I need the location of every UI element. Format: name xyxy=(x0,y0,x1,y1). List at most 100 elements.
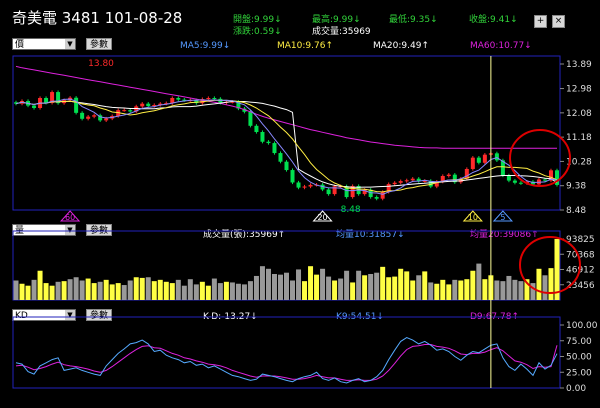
volume-bar xyxy=(241,284,247,300)
candle-body xyxy=(146,103,151,107)
candle-body xyxy=(284,161,289,171)
candle-body xyxy=(404,180,409,182)
volume-bar xyxy=(452,279,458,300)
candle-body xyxy=(92,115,97,117)
volume-bar xyxy=(265,268,271,300)
volume-bar xyxy=(338,278,344,300)
volume-bar xyxy=(157,279,163,300)
kd-tick-label: 75.00 xyxy=(566,337,592,347)
candle-body xyxy=(176,98,181,100)
volume-bar xyxy=(217,283,223,300)
volume-bar xyxy=(368,273,374,300)
volume-bar xyxy=(506,275,512,300)
volume-bar xyxy=(362,275,368,300)
candle-body xyxy=(398,181,403,183)
volume-bar xyxy=(296,269,302,300)
volume-bar xyxy=(302,281,308,300)
volume-bar xyxy=(464,279,470,300)
candle-body xyxy=(518,182,523,184)
volume-bar xyxy=(109,284,115,300)
volume-bar xyxy=(356,270,362,300)
volume-bar xyxy=(404,271,410,300)
volume-bar xyxy=(31,279,37,300)
volume-bar xyxy=(398,268,404,300)
low-price-marker: 8.48 xyxy=(341,205,361,215)
price-tick-label: 13.89 xyxy=(566,60,592,70)
volume-bar xyxy=(175,279,181,300)
volume-bar xyxy=(55,281,61,300)
volume-bar xyxy=(73,277,79,300)
volume-bar xyxy=(476,263,482,300)
volume-bar xyxy=(314,274,320,300)
volume-bar xyxy=(259,266,265,300)
volume-bar xyxy=(247,281,253,300)
ma-period-label: 20 xyxy=(317,213,327,222)
volume-bar xyxy=(223,281,229,300)
volume-bar xyxy=(199,281,205,300)
volume-bar xyxy=(181,285,187,300)
candle-body xyxy=(278,153,283,162)
candle-body xyxy=(86,116,91,119)
candle-body xyxy=(104,118,109,121)
ma-period-label: 60 xyxy=(65,213,75,222)
candle-body xyxy=(470,157,475,169)
candle-body xyxy=(122,110,127,112)
candle-body xyxy=(272,143,277,154)
kd-tick-label: 100.00 xyxy=(566,321,598,331)
candle-body xyxy=(506,175,511,181)
volume-bar xyxy=(127,280,133,300)
volume-bar xyxy=(440,279,446,300)
candle-body xyxy=(290,170,295,183)
candle-body xyxy=(494,153,499,161)
candle-body xyxy=(482,154,487,163)
volume-bar xyxy=(139,277,145,300)
candle-body xyxy=(410,178,415,181)
volume-bar xyxy=(308,266,314,300)
candle-body xyxy=(476,157,481,163)
candle-body xyxy=(512,180,517,183)
candle-body xyxy=(542,179,547,181)
kd-tick-label: 25.00 xyxy=(566,368,592,378)
volume-bar xyxy=(151,281,157,300)
k9-line xyxy=(15,337,558,384)
candle-body xyxy=(128,110,133,112)
volume-bar xyxy=(133,277,139,300)
candle-body xyxy=(446,174,451,176)
volume-bar xyxy=(422,271,428,300)
volume-bar xyxy=(410,280,416,300)
high-price-marker: 13.80 xyxy=(88,59,114,69)
volume-bar xyxy=(211,278,217,300)
volume-bar xyxy=(428,282,434,300)
volume-bar xyxy=(350,282,356,300)
candle-body xyxy=(32,105,37,108)
volume-bar xyxy=(229,282,235,300)
stock-chart[interactable]: 13.8912.9812.0811.1810.289.388.4813.808.… xyxy=(0,0,600,408)
volume-bar xyxy=(458,280,464,300)
volume-bar xyxy=(97,281,103,300)
volume-bar xyxy=(253,275,259,300)
volume-bar xyxy=(332,280,338,300)
candle-body xyxy=(392,182,397,185)
ma-period-label: 5 xyxy=(500,213,505,222)
volume-bar xyxy=(91,283,97,300)
ma5-line xyxy=(15,98,558,195)
price-tick-label: 12.98 xyxy=(566,85,592,95)
volume-bar xyxy=(235,283,241,300)
volume-bar xyxy=(121,285,127,300)
volume-bar xyxy=(512,279,518,300)
volume-bar xyxy=(25,285,31,300)
candle-body xyxy=(374,197,379,199)
volume-bar xyxy=(494,280,500,300)
kd-tick-label: 0.00 xyxy=(566,384,586,394)
candle-body xyxy=(248,111,253,126)
volume-bar xyxy=(277,274,283,300)
volume-bar xyxy=(43,283,49,300)
volume-bar xyxy=(536,268,542,300)
candle-body xyxy=(296,182,301,188)
volume-bar xyxy=(205,285,211,300)
volume-bar xyxy=(193,284,199,300)
volume-bar xyxy=(187,279,193,300)
volume-bar xyxy=(13,280,19,300)
volume-bar xyxy=(79,280,85,300)
volume-bar xyxy=(163,281,169,300)
